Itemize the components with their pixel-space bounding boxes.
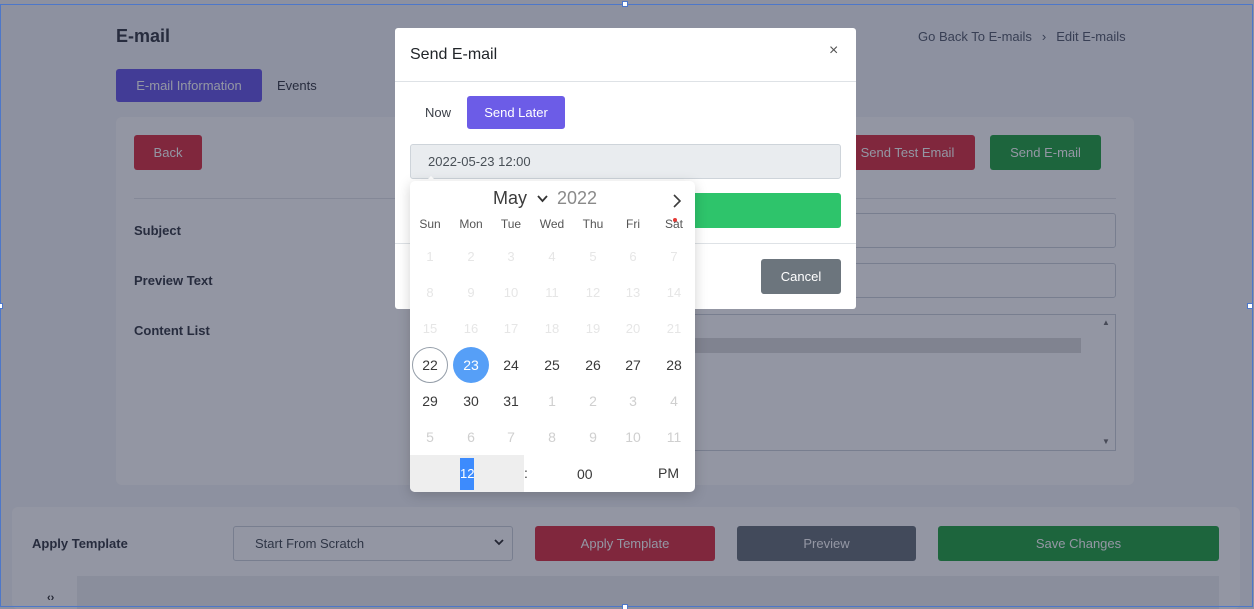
- calendar-day[interactable]: 26: [575, 347, 611, 383]
- calendar-day[interactable]: 5: [412, 419, 448, 455]
- calendar-day[interactable]: 8: [412, 275, 448, 311]
- calendar-day[interactable]: 10: [615, 419, 651, 455]
- weekday-wed: Wed: [539, 217, 565, 231]
- month-select[interactable]: May: [493, 188, 527, 209]
- calendar-day[interactable]: 12: [575, 275, 611, 311]
- weekday-fri: Fri: [626, 217, 640, 231]
- resize-handle[interactable]: [622, 1, 628, 7]
- cancel-button[interactable]: Cancel: [761, 259, 841, 294]
- calendar-day[interactable]: 4: [656, 383, 692, 419]
- calendar-day[interactable]: 2: [575, 383, 611, 419]
- calendar-day[interactable]: 13: [615, 275, 651, 311]
- calendar-day[interactable]: 3: [493, 239, 529, 275]
- calendar-day[interactable]: 2: [453, 239, 489, 275]
- calendar-day[interactable]: 3: [615, 383, 651, 419]
- calendar-day[interactable]: 27: [615, 347, 651, 383]
- calendar-day[interactable]: 1: [412, 239, 448, 275]
- weekday-thu: Thu: [582, 217, 604, 231]
- calendar-day[interactable]: 11: [656, 419, 692, 455]
- calendar-day[interactable]: 16: [453, 311, 489, 347]
- calendar-day[interactable]: 18: [534, 311, 570, 347]
- calendar-day[interactable]: 30: [453, 383, 489, 419]
- calendar-day[interactable]: 28: [656, 347, 692, 383]
- resize-handle[interactable]: [0, 303, 3, 309]
- calendar-day[interactable]: 21: [656, 311, 692, 347]
- calendar-day[interactable]: 25: [534, 347, 570, 383]
- calendar-day[interactable]: 6: [615, 239, 651, 275]
- ampm-toggle[interactable]: PM: [658, 465, 679, 481]
- resize-handle[interactable]: [622, 604, 628, 609]
- schedule-datetime-input[interactable]: 2022-05-23 12:00: [410, 144, 841, 179]
- time-separator: :: [524, 465, 528, 481]
- weekday-mon: Mon: [459, 217, 483, 231]
- calendar-day[interactable]: 7: [656, 239, 692, 275]
- weekday-sat: Sat: [664, 217, 683, 231]
- send-now-option[interactable]: Now: [425, 105, 451, 120]
- calendar-day[interactable]: 4: [534, 239, 570, 275]
- calendar-day[interactable]: 19: [575, 311, 611, 347]
- hour-input[interactable]: 12: [460, 458, 474, 490]
- calendar-day[interactable]: 7: [493, 419, 529, 455]
- resize-handle[interactable]: [1247, 303, 1253, 309]
- calendar-day[interactable]: 6: [453, 419, 489, 455]
- close-icon[interactable]: ×: [829, 42, 838, 60]
- calendar-day[interactable]: 10: [493, 275, 529, 311]
- calendar-day[interactable]: 17: [493, 311, 529, 347]
- calendar-day[interactable]: 24: [493, 347, 529, 383]
- calendar-day[interactable]: 8: [534, 419, 570, 455]
- chevron-down-icon[interactable]: [537, 193, 548, 204]
- weekday-tue: Tue: [500, 217, 522, 231]
- calendar-day[interactable]: 1: [534, 383, 570, 419]
- calendar-day[interactable]: 9: [575, 419, 611, 455]
- calendar-day[interactable]: 22: [412, 347, 448, 383]
- weekday-sun: Sun: [419, 217, 441, 231]
- calendar-day[interactable]: 15: [412, 311, 448, 347]
- calendar-day[interactable]: 31: [493, 383, 529, 419]
- calendar-day[interactable]: 29: [412, 383, 448, 419]
- calendar-day[interactable]: 9: [453, 275, 489, 311]
- send-later-option[interactable]: Send Later: [467, 96, 565, 129]
- calendar-day[interactable]: 11: [534, 275, 570, 311]
- calendar-day[interactable]: 20: [615, 311, 651, 347]
- calendar-day[interactable]: 23: [453, 347, 489, 383]
- minute-input[interactable]: 00: [577, 466, 593, 482]
- modal-header-divider: [395, 81, 856, 82]
- year-input[interactable]: 2022: [557, 188, 597, 209]
- modal-title: Send E-mail: [410, 46, 498, 63]
- calendar-day[interactable]: 14: [656, 275, 692, 311]
- next-month-icon[interactable]: [670, 192, 684, 210]
- calendar-day[interactable]: 5: [575, 239, 611, 275]
